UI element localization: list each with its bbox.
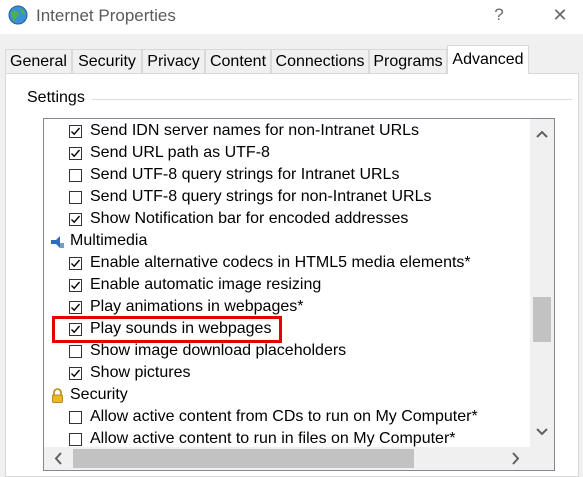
checkmark-icon [71,259,81,268]
setting-label: Send IDN server names for non-Intranet U… [90,122,420,139]
setting-label: Send URL path as UTF-8 [90,144,270,161]
settings-rows: Send IDN server names for non-Intranet U… [44,121,529,451]
setting-row[interactable]: Enable alternative codecs in HTML5 media… [44,253,529,275]
setting-row[interactable]: Send UTF-8 query strings for Intranet UR… [44,165,529,187]
setting-row[interactable]: Send IDN server names for non-Intranet U… [44,121,529,143]
checkmark-icon [71,149,81,158]
vertical-scrollbar[interactable] [530,119,554,447]
setting-row[interactable]: Allow active content from CDs to run on … [44,407,529,429]
setting-row[interactable]: Show Notification bar for encoded addres… [44,209,529,231]
tab-content[interactable]: Content [205,49,271,73]
checkmark-icon [71,215,81,224]
setting-label: Show Notification bar for encoded addres… [90,210,409,227]
setting-label: Allow active content from CDs to run on … [90,408,478,425]
checkbox-checked[interactable] [69,147,82,160]
setting-label: Show pictures [90,364,191,381]
settings-group-label: Settings [27,89,89,107]
setting-label: Enable automatic image resizing [90,276,322,293]
horizontal-scrollbar[interactable] [44,447,530,470]
checkmark-icon [71,369,81,378]
setting-row[interactable]: Enable automatic image resizing [44,275,529,297]
tab-security[interactable]: Security [72,49,142,73]
category-label: Security [70,386,128,403]
title-bar: Internet Properties ? ✕ [0,0,583,34]
help-button[interactable]: ? [488,3,510,27]
group-divider [92,99,572,100]
setting-row[interactable]: Show image download placeholders [44,341,529,363]
category-row: Security [44,385,529,407]
checkbox-unchecked[interactable] [69,433,82,446]
checkmark-icon [71,127,81,136]
checkbox-checked[interactable] [69,125,82,138]
category-label: Multimedia [70,232,148,249]
highlight-box [52,316,282,343]
tab-connections[interactable]: Connections [271,49,369,73]
close-button[interactable]: ✕ [548,3,572,27]
tab-programs[interactable]: Programs [369,49,447,73]
scrollbar-corner [530,447,554,470]
tab-advanced[interactable]: Advanced [447,45,529,74]
setting-row[interactable]: Send UTF-8 query strings for non-Intrane… [44,187,529,209]
setting-label: Show image download placeholders [90,342,347,359]
category-row: Multimedia [44,231,529,253]
setting-label: Play animations in webpages* [90,298,304,315]
tab-general[interactable]: General [5,49,72,73]
scroll-right-arrow-icon[interactable] [502,447,530,470]
checkbox-checked[interactable] [69,279,82,292]
checkbox-unchecked[interactable] [69,411,82,424]
setting-label: Enable alternative codecs in HTML5 media… [90,254,471,271]
window-title: Internet Properties [36,6,176,25]
scroll-down-arrow-icon[interactable] [530,417,554,447]
settings-list[interactable]: Send IDN server names for non-Intranet U… [43,118,555,471]
internet-explorer-globe-icon [8,5,28,25]
horizontal-scroll-thumb[interactable] [73,449,414,468]
setting-label: Send UTF-8 query strings for Intranet UR… [90,166,400,183]
scroll-left-arrow-icon[interactable] [44,447,72,470]
checkmark-icon [71,303,81,312]
checkbox-unchecked[interactable] [69,169,82,182]
setting-label: Allow active content to run in files on … [90,430,456,447]
checkbox-unchecked[interactable] [69,345,82,358]
multimedia-icon [50,234,65,249]
checkbox-checked[interactable] [69,301,82,314]
lock-icon [50,388,65,403]
setting-row[interactable]: Show pictures [44,363,529,385]
checkmark-icon [71,281,81,290]
checkbox-unchecked[interactable] [69,191,82,204]
checkbox-checked[interactable] [69,213,82,226]
setting-row[interactable]: Send URL path as UTF-8 [44,143,529,165]
vertical-scroll-thumb[interactable] [533,297,551,342]
tab-privacy[interactable]: Privacy [142,49,205,73]
scroll-up-arrow-icon[interactable] [530,119,554,149]
setting-label: Send UTF-8 query strings for non-Intrane… [90,188,432,205]
checkbox-checked[interactable] [69,367,82,380]
checkbox-checked[interactable] [69,257,82,270]
